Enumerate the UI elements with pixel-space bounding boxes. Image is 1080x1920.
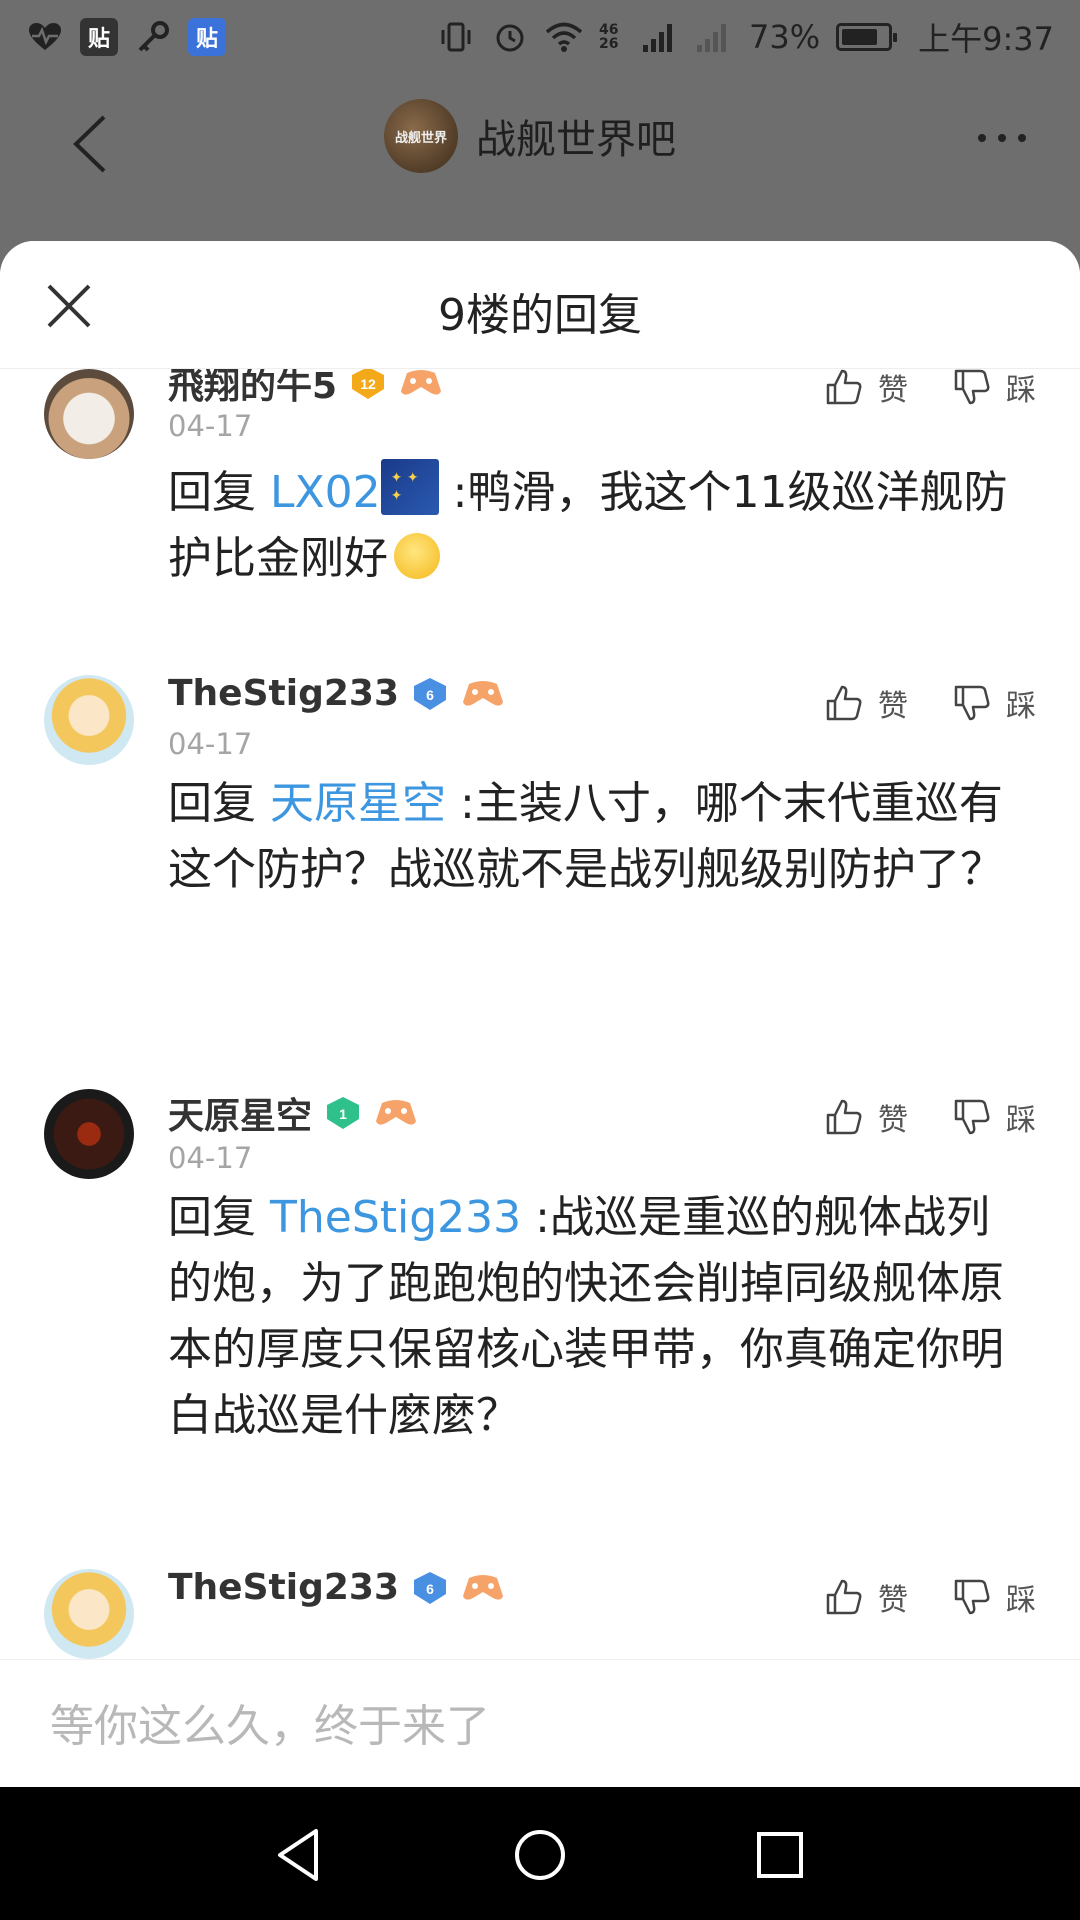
dislike-label: 踩 (1006, 1103, 1036, 1138)
sheet-title: 9楼的回复 (438, 290, 642, 341)
thumbs-up-icon (826, 369, 862, 405)
user-tag-image (380, 459, 439, 515)
back-arrow-icon[interactable] (64, 109, 124, 179)
thumbs-down-icon (954, 1579, 990, 1615)
signal-no-sim-icon (695, 18, 733, 56)
status-bar-left: 贴 贴 (26, 18, 226, 56)
like-button[interactable]: 赞 (824, 1095, 908, 1139)
reply-sheet: 9楼的回复 飛翔的牛5 12 04-17 赞 踩 回复 LX02✦ ✦ ✦:鸭… (0, 241, 1080, 1787)
heart-pulse-icon (26, 18, 64, 56)
reply-content[interactable]: 回复 天原星空 :主装八寸，哪个末代重巡有这个防护？战巡就不是战列舰级别防护了？ (168, 771, 1030, 903)
nav-back-icon[interactable] (270, 1825, 330, 1885)
svg-text:6: 6 (426, 1581, 434, 1597)
reply-list[interactable]: 飛翔的牛5 12 04-17 赞 踩 回复 LX02✦ ✦ ✦:鸭滑，我这个1… (0, 369, 1080, 1659)
dislike-button[interactable]: 踩 (952, 681, 1036, 725)
nav-home-icon[interactable] (510, 1825, 570, 1885)
sheet-header: 9楼的回复 (0, 241, 1080, 369)
wifi-icon (545, 18, 583, 56)
avatar[interactable] (44, 675, 134, 765)
like-button[interactable]: 赞 (824, 1575, 908, 1619)
svg-text:6: 6 (426, 687, 434, 703)
network-type-label: 46 26 (599, 22, 619, 52)
nav-recents-icon[interactable] (750, 1825, 810, 1885)
avatar[interactable] (44, 1089, 134, 1179)
reply-input-bar (0, 1659, 1080, 1787)
game-icon (461, 1572, 505, 1604)
mention-link[interactable]: 天原星空 (270, 778, 446, 829)
like-button[interactable]: 赞 (824, 681, 908, 725)
thumbs-down-icon (954, 369, 990, 405)
level-badge: 12 (349, 369, 387, 402)
dislike-label: 踩 (1006, 689, 1036, 724)
battery-percent: 73% (749, 18, 821, 56)
battery-icon (836, 23, 898, 51)
like-label: 赞 (878, 373, 908, 408)
key-icon (134, 18, 172, 56)
mention-link[interactable]: LX02 (270, 467, 381, 518)
like-label: 赞 (878, 1103, 908, 1138)
level-badge: 6 (411, 1569, 449, 1607)
mention-link[interactable]: TheStig233 (270, 1192, 521, 1243)
forum-avatar: 战舰世界 (384, 99, 458, 173)
thumbs-up-icon (826, 1579, 862, 1615)
thumbs-down-icon (954, 1099, 990, 1135)
reply-actions: 赞 踩 (824, 681, 1036, 725)
smile-emoji-icon (394, 533, 440, 579)
username[interactable]: 飛翔的牛5 (168, 369, 337, 409)
thumbs-up-icon (826, 1099, 862, 1135)
forum-title: 战舰世界吧 (476, 117, 676, 163)
avatar[interactable] (44, 369, 134, 459)
reply-date: 04-17 (168, 409, 253, 443)
reply-content[interactable]: 回复 TheStig233 :战巡是重巡的舰体战列的炮，为了跑跑炮的快还会削掉同… (168, 1185, 1030, 1449)
game-icon (399, 369, 443, 399)
reply-actions: 赞 踩 (824, 1575, 1036, 1619)
vibrate-icon (437, 18, 475, 56)
username-row: 天原星空 1 (168, 1087, 418, 1139)
reply-date: 04-17 (168, 1141, 253, 1175)
reply-prefix: 回复 (168, 467, 256, 518)
reply-date: 04-17 (168, 727, 253, 761)
username[interactable]: 天原星空 (168, 1087, 312, 1139)
status-bar: 贴 贴 46 26 73% 上午9:37 (0, 0, 1080, 74)
tieba-alt-icon: 贴 (188, 18, 226, 56)
status-bar-right: 46 26 73% 上午9:37 (437, 14, 1054, 60)
dislike-button[interactable]: 踩 (952, 1095, 1036, 1139)
reply-prefix: 回复 (168, 1192, 256, 1243)
dislike-button[interactable]: 踩 (952, 369, 1036, 409)
reply-content[interactable]: 回复 LX02 :鸭滑，我这个11级巡洋舰防护比金刚好 (168, 459, 1030, 592)
dislike-button[interactable]: 踩 (952, 1575, 1036, 1619)
level-badge: 6 (411, 675, 449, 713)
svg-text:1: 1 (339, 1106, 347, 1122)
game-icon (461, 678, 505, 710)
reply-input[interactable] (50, 1698, 950, 1754)
system-nav-bar (0, 1787, 1080, 1920)
username[interactable]: TheStig233 (168, 673, 399, 714)
username-row: 飛翔的牛5 12 (168, 369, 443, 409)
avatar[interactable] (44, 1569, 134, 1659)
alarm-icon (491, 18, 529, 56)
thumbs-up-icon (826, 685, 862, 721)
reply-prefix: 回复 (168, 778, 256, 829)
tieba-icon: 贴 (80, 18, 118, 56)
dislike-label: 踩 (1006, 1583, 1036, 1618)
reply-actions: 赞 踩 (824, 1095, 1036, 1139)
like-button[interactable]: 赞 (824, 369, 908, 409)
forum-header: 战舰世界 战舰世界吧 (0, 74, 1080, 244)
signal-icon (641, 18, 679, 56)
like-label: 赞 (878, 1583, 908, 1618)
dislike-label: 踩 (1006, 373, 1036, 408)
svg-text:12: 12 (360, 376, 376, 392)
like-label: 赞 (878, 689, 908, 724)
reply-actions: 赞 踩 (824, 369, 1036, 409)
thumbs-down-icon (954, 685, 990, 721)
level-badge: 1 (324, 1094, 362, 1132)
more-options-icon[interactable] (978, 134, 1026, 142)
forum-title-group[interactable]: 战舰世界 战舰世界吧 (384, 99, 676, 173)
username-row: TheStig233 6 (168, 1567, 505, 1608)
game-icon (374, 1097, 418, 1129)
username-row: TheStig233 6 (168, 673, 505, 714)
clock: 上午9:37 (918, 20, 1054, 58)
username[interactable]: TheStig233 (168, 1567, 399, 1608)
